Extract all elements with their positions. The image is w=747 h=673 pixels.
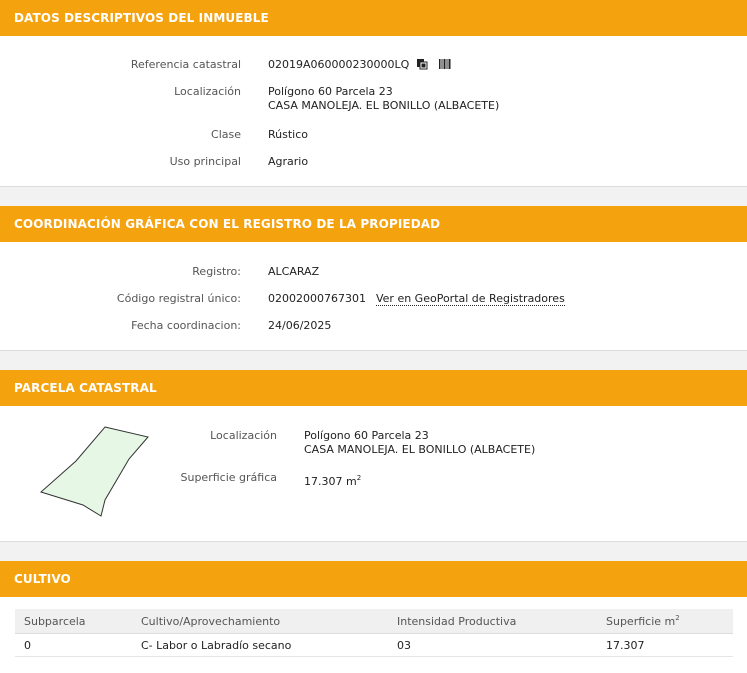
col-cultivo: Cultivo/Aprovechamiento <box>132 609 388 634</box>
parcel-polygon <box>40 426 149 517</box>
panel-title: COORDINACIÓN GRÁFICA CON EL REGISTRO DE … <box>0 206 747 242</box>
cell-cultivo: C- Labor o Labradío secano <box>132 633 388 657</box>
panel-coordinacion: COORDINACIÓN GRÁFICA CON EL REGISTRO DE … <box>0 206 747 351</box>
col-subparcela: Subparcela <box>15 609 132 634</box>
registro-value: ALCARAZ <box>268 265 320 278</box>
geoportal-link[interactable]: Ver en GeoPortal de Registradores <box>375 292 565 306</box>
table-header-row: Subparcela Cultivo/Aprovechamiento Inten… <box>15 609 733 634</box>
panel-title: DATOS DESCRIPTIVOS DEL INMUEBLE <box>0 0 747 36</box>
superficie-grafica-label: Superficie gráfica <box>180 471 278 484</box>
uso-label: Uso principal <box>169 155 241 168</box>
ref-catastral-value: 02019A060000230000LQ <box>268 58 451 74</box>
superficie-unit-exponent: 2 <box>356 474 362 482</box>
panel-parcela-catastral: PARCELA CATASTRAL Localización Polígono … <box>0 370 747 542</box>
registro-label: Registro: <box>192 265 241 278</box>
col-intensidad: Intensidad Productiva <box>388 609 597 634</box>
ref-catastral-text[interactable]: 02019A060000230000LQ <box>268 58 409 71</box>
panel-cultivo: CULTIVO Subparcela Cultivo/Aprovechamien… <box>0 561 747 673</box>
codigo-registral-value: 02002000767301 Ver en GeoPortal de Regist… <box>268 292 565 306</box>
parcela-localizacion-line2: CASA MANOLEJA. EL BONILLO (ALBACETE) <box>304 443 536 456</box>
clase-value: Rústico <box>268 128 308 141</box>
col-superficie: Superficie m2 <box>597 609 733 634</box>
cell-intensidad: 03 <box>388 633 597 657</box>
localizacion-line2: CASA MANOLEJA. EL BONILLO (ALBACETE) <box>268 99 500 112</box>
cell-subparcela: 0 <box>15 633 132 657</box>
col-superficie-exponent: 2 <box>675 614 680 622</box>
localizacion-line1: Polígono 60 Parcela 23 <box>268 85 393 98</box>
panel-title: CULTIVO <box>0 561 747 597</box>
superficie-grafica-value: 17.307 m2 <box>304 471 361 489</box>
localizacion-label: Localización <box>174 85 241 98</box>
superficie-grafica-text: 17.307 m <box>304 475 357 488</box>
codigo-registral-text: 02002000767301 <box>268 292 366 305</box>
fecha-coordinacion-label: Fecha coordinacion: <box>131 319 241 332</box>
parcela-localizacion-value: Polígono 60 Parcela 23 CASA MANOLEJA. EL… <box>304 429 535 457</box>
col-superficie-text: Superficie m <box>606 615 676 628</box>
parcela-localizacion-label: Localización <box>210 429 277 442</box>
fecha-coordinacion-value: 24/06/2025 <box>268 319 332 332</box>
parcel-shape-image[interactable] <box>36 422 156 522</box>
panel-title: PARCELA CATASTRAL <box>0 370 747 406</box>
panel-datos-descriptivos: DATOS DESCRIPTIVOS DEL INMUEBLE Referenc… <box>0 0 747 187</box>
barcode-icon[interactable] <box>439 58 451 74</box>
codigo-registral-label: Código registral único: <box>116 292 241 305</box>
cell-superficie: 17.307 <box>597 633 733 657</box>
ref-catastral-label: Referencia catastral <box>130 58 241 71</box>
uso-value: Agrario <box>268 155 309 168</box>
copy-icon[interactable] <box>416 58 428 74</box>
localizacion-value: Polígono 60 Parcela 23 CASA MANOLEJA. EL… <box>268 85 499 113</box>
table-row: 0 C- Labor o Labradío secano 03 17.307 <box>15 633 733 657</box>
clase-label: Clase <box>211 128 241 141</box>
parcela-localizacion-line1: Polígono 60 Parcela 23 <box>304 429 429 442</box>
cultivo-table: Subparcela Cultivo/Aprovechamiento Inten… <box>15 609 733 657</box>
